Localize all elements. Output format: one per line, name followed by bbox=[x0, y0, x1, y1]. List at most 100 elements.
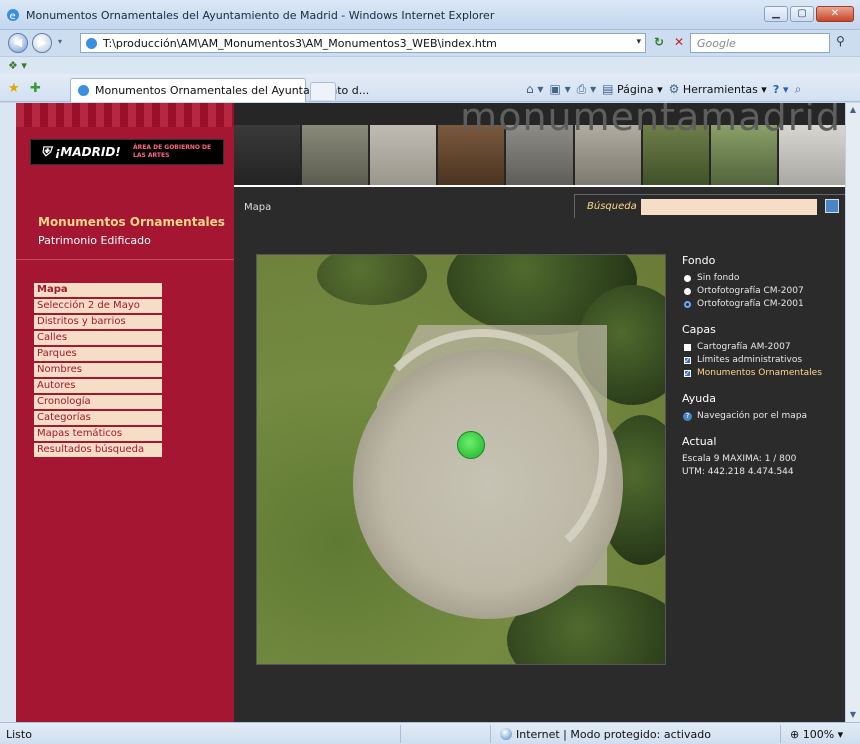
actual-title: Actual bbox=[682, 435, 717, 448]
scroll-down-icon[interactable]: ▼ bbox=[846, 708, 860, 722]
brand-wordmark: monumentamadrid bbox=[460, 103, 841, 139]
close-button[interactable]: ✕ bbox=[816, 6, 854, 22]
stop-icon[interactable]: ✕ bbox=[674, 35, 684, 49]
fondo-option[interactable]: Ortofotografía CM-2001 bbox=[682, 298, 842, 311]
vertical-scrollbar[interactable]: ▲ ▼ bbox=[845, 103, 860, 722]
radio-icon[interactable] bbox=[684, 275, 691, 282]
search-go-icon[interactable] bbox=[825, 199, 839, 213]
feeds-icon[interactable]: ▣ ▾ bbox=[549, 82, 570, 96]
menu-item-autores[interactable]: Autores bbox=[34, 379, 162, 393]
scale-readout: Escala 9 MAXIMA: 1 / 800 bbox=[682, 454, 797, 464]
site-title: Monumentos Ornamentales bbox=[38, 215, 225, 229]
refresh-icon[interactable]: ↻ bbox=[654, 35, 664, 49]
checkbox-checked-icon[interactable] bbox=[684, 354, 691, 367]
logo-madrid-text: ⛨ ¡MADRID! bbox=[41, 145, 121, 160]
radio-selected-icon[interactable] bbox=[684, 301, 691, 308]
address-url[interactable]: T:\producción\AM\AM_Monumentos3\AM_Monum… bbox=[103, 37, 497, 50]
scroll-up-icon[interactable]: ▲ bbox=[846, 103, 860, 117]
home-icon[interactable]: ⌂ ▾ bbox=[526, 82, 543, 96]
recent-pages-icon[interactable]: ▾ bbox=[58, 37, 62, 46]
security-zone[interactable]: Internet | Modo protegido: activado bbox=[516, 728, 711, 741]
site-search-input[interactable] bbox=[641, 199, 817, 215]
menu-item-parques[interactable]: Parques bbox=[34, 347, 162, 361]
fondo-section: Fondo Sin fondo Ortofotografía CM-2007 O… bbox=[682, 254, 842, 311]
ayuda-title: Ayuda bbox=[682, 392, 716, 405]
status-divider bbox=[490, 725, 491, 743]
help-icon[interactable]: ? ▾ bbox=[773, 83, 789, 96]
menu-item-cronologia[interactable]: Cronología bbox=[34, 395, 162, 409]
minimize-button[interactable]: ▁ bbox=[764, 6, 788, 22]
sidebar-divider bbox=[16, 259, 234, 260]
checkbox-checked-icon[interactable] bbox=[684, 367, 691, 380]
fondo-option[interactable]: Sin fondo bbox=[682, 272, 842, 285]
page-icon bbox=[86, 38, 97, 49]
capas-title: Capas bbox=[682, 323, 716, 336]
address-bar[interactable]: T:\producción\AM\AM_Monumentos3\AM_Monum… bbox=[80, 33, 646, 53]
decorative-ornament bbox=[16, 103, 234, 127]
window-controls: ▁ ▢ ✕ bbox=[764, 6, 854, 22]
menu-item-nombres[interactable]: Nombres bbox=[34, 363, 162, 377]
forward-button[interactable]: ▶ bbox=[32, 33, 52, 53]
menu-item-mapas-tematicos[interactable]: Mapas temáticos bbox=[34, 427, 162, 441]
favorites-star-icon[interactable]: ★ bbox=[8, 81, 20, 96]
maximize-button[interactable]: ▢ bbox=[790, 6, 814, 22]
status-divider bbox=[400, 725, 401, 743]
capas-option[interactable]: Cartografía AM-2007 bbox=[682, 341, 842, 354]
search-placeholder: Google bbox=[697, 37, 736, 50]
new-tab-button[interactable] bbox=[310, 82, 336, 100]
banner-photo bbox=[370, 125, 437, 187]
help-link[interactable]: ? Navegación por el mapa bbox=[682, 410, 842, 423]
site-banner: monumentamadrid bbox=[234, 103, 845, 187]
status-bar: Listo Internet | Modo protegido: activad… bbox=[0, 722, 860, 744]
site-subtitle: Patrimonio Edificado bbox=[38, 234, 151, 247]
window-title: Monumentos Ornamentales del Ayuntamiento… bbox=[26, 9, 495, 22]
capas-option[interactable]: Monumentos Ornamentales bbox=[682, 367, 842, 380]
page-menu[interactable]: ▤ Página ▾ bbox=[602, 82, 663, 96]
help-icon: ? bbox=[683, 412, 692, 421]
fondo-option[interactable]: Ortofotografía CM-2007 bbox=[682, 285, 842, 298]
madrid-logo[interactable]: ⛨ ¡MADRID! ÁREA DE GOBIERNO DE LAS ARTES bbox=[30, 139, 224, 165]
print-icon[interactable]: ⎙ ▾ bbox=[577, 82, 596, 97]
internet-explorer-icon: e bbox=[7, 9, 19, 22]
tools-menu[interactable]: ⚙ Herramientas ▾ bbox=[669, 82, 767, 96]
menu-item-seleccion-2-mayo[interactable]: Selección 2 de Mayo bbox=[34, 299, 162, 313]
favorites-bar-icon[interactable]: ❖ ▾ bbox=[8, 59, 27, 72]
checkbox-icon[interactable] bbox=[684, 344, 691, 351]
map-view[interactable] bbox=[256, 254, 666, 665]
browser-tab[interactable]: Monumentos Ornamentales del Ayuntamiento… bbox=[70, 78, 369, 102]
menu-item-resultados[interactable]: Resultados búsqueda bbox=[34, 443, 162, 457]
gear-icon: ⚙ bbox=[668, 82, 680, 96]
monument-marker[interactable] bbox=[457, 431, 485, 459]
sidebar-menu: Mapa Selección 2 de Mayo Distritos y bar… bbox=[34, 283, 162, 459]
links-toolbar: ❖ ▾ bbox=[0, 56, 860, 74]
search-box[interactable]: Google bbox=[690, 33, 830, 53]
utm-readout: UTM: 442.218 4.474.544 bbox=[682, 467, 794, 477]
menu-item-mapa[interactable]: Mapa bbox=[34, 283, 162, 297]
capas-option[interactable]: Límites administrativos bbox=[682, 354, 842, 367]
radio-icon[interactable] bbox=[684, 288, 691, 295]
back-button[interactable]: ◀ bbox=[8, 33, 28, 53]
address-toolbar: ◀ ▶ ▾ T:\producción\AM\AM_Monumentos3\AM… bbox=[0, 30, 860, 56]
research-icon[interactable]: ⌕ bbox=[795, 82, 802, 97]
search-icon[interactable]: ⚲ bbox=[836, 34, 845, 48]
menu-item-categorias[interactable]: Categorías bbox=[34, 411, 162, 425]
map-colonnade bbox=[357, 329, 607, 579]
page-menu-icon: ▤ bbox=[602, 82, 614, 96]
web-page: ⛨ ¡MADRID! ÁREA DE GOBIERNO DE LAS ARTES… bbox=[16, 103, 845, 722]
capas-section: Capas Cartografía AM-2007 Límites admini… bbox=[682, 323, 842, 380]
menu-item-calles[interactable]: Calles bbox=[34, 331, 162, 345]
window-titlebar: e Monumentos Ornamentales del Ayuntamien… bbox=[0, 0, 860, 30]
map-options-panel: Fondo Sin fondo Ortofotografía CM-2007 O… bbox=[682, 254, 842, 491]
address-dropdown-icon[interactable]: ▾ bbox=[636, 37, 641, 47]
command-bar: ⌂ ▾ ▣ ▾ ⎙ ▾ ▤ Página ▾ ⚙ Herramientas ▾ … bbox=[526, 80, 801, 98]
content-topbar: Mapa Búsqueda bbox=[234, 190, 845, 218]
banner-photo bbox=[302, 125, 369, 187]
add-favorites-icon[interactable]: ✚ bbox=[30, 81, 41, 96]
zoom-control[interactable]: ⊕ 100% ▾ bbox=[790, 728, 843, 741]
svg-text:e: e bbox=[10, 11, 16, 22]
sidebar: ⛨ ¡MADRID! ÁREA DE GOBIERNO DE LAS ARTES… bbox=[16, 103, 234, 722]
banner-photo bbox=[234, 125, 301, 187]
zoom-icon: ⊕ bbox=[790, 728, 800, 741]
menu-item-distritos[interactable]: Distritos y barrios bbox=[34, 315, 162, 329]
fondo-title: Fondo bbox=[682, 254, 716, 267]
